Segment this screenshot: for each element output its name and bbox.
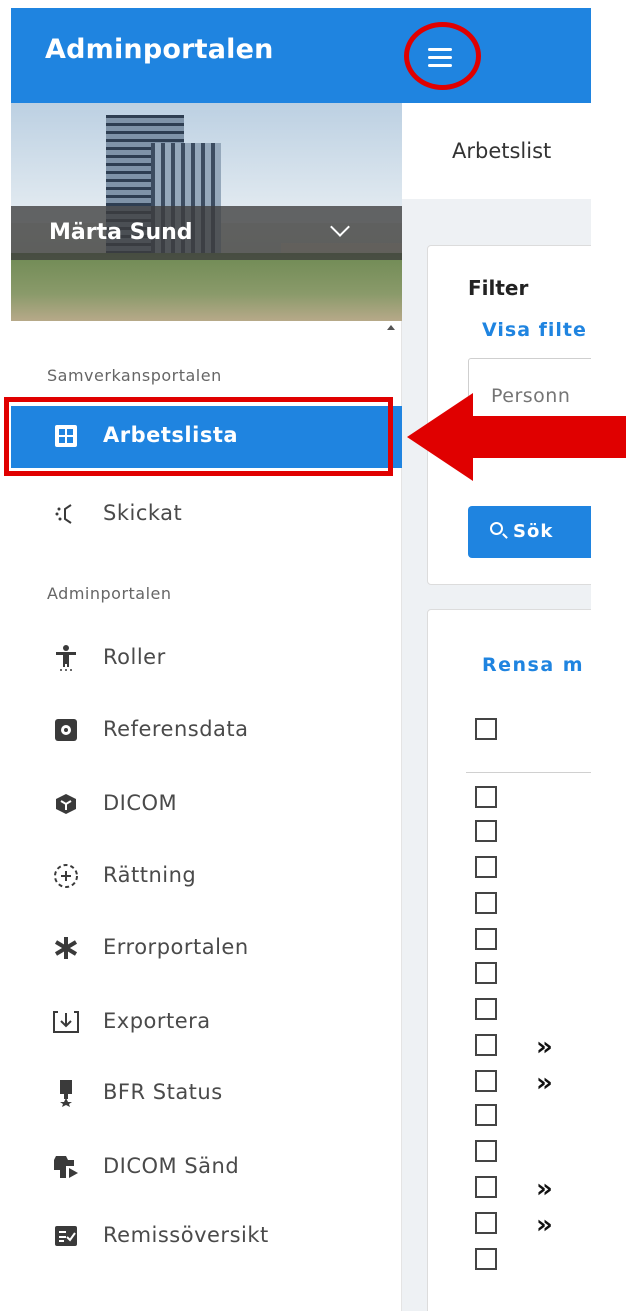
app-title: Adminportalen [45,34,274,65]
annotation-highlight-box [4,397,393,476]
show-filter-link[interactable]: Visa filte [482,319,587,341]
row-checkbox[interactable] [475,1034,497,1056]
chevron-down-icon [330,217,350,237]
row-checkbox[interactable] [475,1248,497,1270]
expand-row-icon[interactable]: » [536,1176,553,1202]
profile-banner: Märta Sund [11,103,402,321]
row-checkbox[interactable] [475,1140,497,1162]
row-checkbox[interactable] [475,998,497,1020]
asterisk-icon [51,933,81,963]
sidebar-item-exportera[interactable]: Exportera [11,992,402,1054]
search-button-label: Sök [513,521,554,542]
sidebar-item-dicom-sand[interactable]: DICOM Sänd [11,1137,402,1199]
sidebar: Märta Sund Samverkansportalen Arbetslist… [11,103,402,1311]
section-title-samverkansportalen: Samverkansportalen [47,366,222,385]
row-checkbox[interactable] [475,892,497,914]
person-icon [51,643,81,673]
search-button[interactable]: Sök [468,506,591,558]
clear-link[interactable]: Rensa m [482,654,584,676]
checklist-icon [51,1221,81,1251]
row-checkbox[interactable] [475,1070,497,1092]
sidebar-item-label: Skickat [103,501,183,525]
row-checkbox[interactable] [475,1104,497,1126]
settings-box-icon [51,715,81,745]
sidebar-item-skickat[interactable]: Skickat [11,484,402,546]
row-checkbox[interactable] [475,1212,497,1234]
row-checkbox[interactable] [475,820,497,842]
sidebar-item-referensdata[interactable]: Referensdata [11,700,402,762]
sidebar-item-label: DICOM [103,791,178,815]
sidebar-item-label: Remissöversikt [103,1223,269,1247]
sidebar-item-label: Exportera [103,1009,211,1033]
table-header-divider [466,772,591,773]
section-title-adminportalen: Adminportalen [47,584,172,603]
banner-trees [11,253,402,321]
sidebar-item-label: Errorportalen [103,935,249,959]
page-title: Arbetslist [452,139,552,163]
sidebar-item-label: DICOM Sänd [103,1154,240,1178]
user-menu[interactable]: Märta Sund [11,206,402,260]
main-content: Arbetslist Filter Visa filte Sök Rensa m… [402,103,591,1311]
sidebar-item-remissoversikt[interactable]: Remissöversikt [11,1206,402,1268]
row-checkbox[interactable] [475,962,497,984]
scroll-up-icon[interactable] [387,325,395,330]
sidebar-item-label: Roller [103,645,166,669]
row-checkbox[interactable] [475,928,497,950]
annotation-arrow-shaft [471,416,626,458]
annotation-arrow-head [407,393,473,481]
expand-row-icon[interactable]: » [536,1212,553,1238]
sent-icon [51,499,81,529]
filter-title: Filter [468,276,529,300]
sidebar-item-rattning[interactable]: Rättning [11,846,402,908]
select-all-checkbox[interactable] [475,718,497,740]
sidebar-item-bfr-status[interactable]: BFR Status [11,1063,402,1125]
sidebar-item-roller[interactable]: Roller [11,628,402,690]
row-checkbox[interactable] [475,1176,497,1198]
cube-icon [51,789,81,819]
sidebar-item-label: Rättning [103,863,197,887]
badge-icon [51,1078,81,1108]
row-checkbox[interactable] [475,856,497,878]
sidebar-item-dicom[interactable]: DICOM [11,774,402,836]
annotation-circle [404,22,481,90]
sidebar-item-label: BFR Status [103,1080,223,1104]
search-icon [490,522,503,535]
expand-row-icon[interactable]: » [536,1070,553,1096]
breadcrumb: Arbetslist [402,103,591,199]
sidebar-item-errorportalen[interactable]: Errorportalen [11,918,402,980]
correction-icon [51,861,81,891]
export-icon [51,1007,81,1037]
sidebar-item-label: Referensdata [103,717,249,741]
worklist-card: Rensa m » » » » [427,609,591,1311]
row-checkbox[interactable] [475,786,497,808]
expand-row-icon[interactable]: » [536,1034,553,1060]
personnummer-input[interactable] [491,385,591,407]
send-icon [51,1152,81,1182]
user-name: Märta Sund [49,220,193,245]
top-app-bar: Adminportalen [11,8,591,103]
